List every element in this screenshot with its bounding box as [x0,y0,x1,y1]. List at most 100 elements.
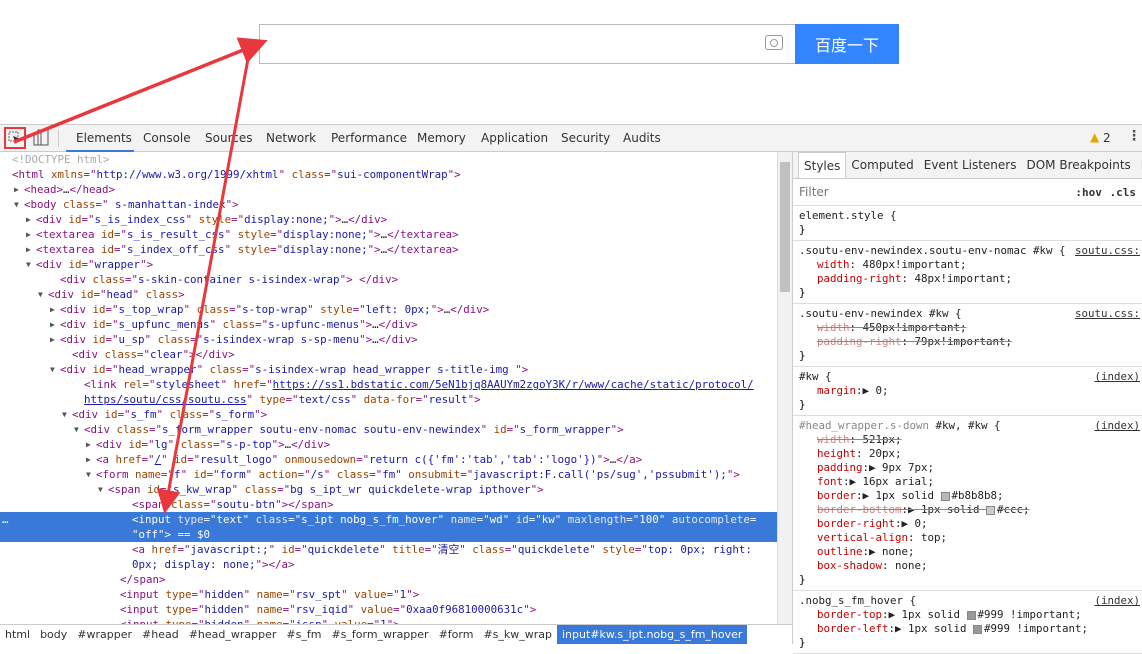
dom-node-line[interactable]: ▶ <textarea id="s_is_result_css" style="d… [0,227,777,242]
expand-arrow-icon[interactable]: ▶ [26,227,31,242]
camera-icon[interactable] [765,35,783,50]
breadcrumb-item[interactable]: #s_fm [281,625,326,644]
tab-security[interactable]: Security [561,131,610,145]
warning-count[interactable]: 2 [1103,131,1111,145]
dom-node-line[interactable]: … <input type="text" class="s_ipt nobg_s_… [0,512,777,527]
dom-node-line[interactable]: ▼ <div id="wrapper"> [0,257,777,272]
breadcrumb-item[interactable]: #wrapper [72,625,137,644]
cls-toggle[interactable]: .cls [1110,186,1137,199]
expand-arrow-icon[interactable]: ▶ [50,302,55,317]
breadcrumb-item[interactable]: #form [434,625,479,644]
tab-audits[interactable]: Audits [623,131,661,145]
collapse-arrow-icon[interactable]: ▼ [26,257,31,272]
sidebar-tab[interactable]: DOM Breakpoints [1021,152,1135,178]
color-swatch[interactable] [986,505,996,515]
expand-arrow-icon[interactable]: ▶ [86,437,91,452]
color-swatch[interactable] [973,624,983,634]
dom-node-line[interactable]: ▼ <span id="s_kw_wrap" class="bg s_ipt_wr… [0,482,777,497]
breadcrumb-item[interactable]: #head [137,625,184,644]
style-property[interactable]: border-bottom:▶ 1px solid #ccc; [799,503,1136,517]
collapse-arrow-icon[interactable]: ▼ [62,407,67,422]
dom-scrollbar[interactable] [777,152,792,624]
dom-node-line[interactable]: <!DOCTYPE html> [0,152,777,167]
dom-node-line[interactable]: <input type="hidden" name="issp" value="… [0,617,777,624]
dom-node-line[interactable]: "off"> == $0 [0,527,777,542]
dom-node-line[interactable]: <a href="javascript:;" id="quickdelete" … [0,542,777,557]
color-swatch[interactable] [966,610,976,620]
dom-node-line[interactable]: 0px; display: none;"></a> [0,557,777,572]
dom-node-line[interactable]: ▼ <body class=" s-manhattan-index"> [0,197,777,212]
dom-node-line[interactable]: ▼ <div id="head_wrapper" class="s-isindex… [0,362,777,377]
breadcrumb-item[interactable]: body [35,625,72,644]
collapse-arrow-icon[interactable]: ▼ [38,287,43,302]
collapse-arrow-icon[interactable]: ▼ [50,362,55,377]
style-property[interactable]: padding:▶ 9px 7px; [799,461,1136,475]
search-button[interactable]: 百度一下 [795,24,899,64]
color-swatch[interactable] [940,491,950,501]
tab-sources[interactable]: Sources [205,131,252,145]
style-property[interactable]: width: 480px!important; [799,258,1136,272]
more-actions-icon[interactable]: … [2,512,9,527]
styles-filter[interactable]: Filter :hov .cls [793,179,1142,206]
sidebar-tab[interactable]: Styles [798,152,847,178]
tab-memory[interactable]: Memory [417,131,466,145]
more-menu-icon[interactable]: ⋮ [1127,128,1141,144]
dom-node-line[interactable]: <html xmlns="http://www.w3.org/1999/xhtm… [0,167,777,182]
dom-node-line[interactable]: ▶ <div id="lg" class="s-p-top">…</div> [0,437,777,452]
scrollbar-thumb[interactable] [780,162,790,292]
rule-source-link[interactable]: soutu.css: [1075,244,1140,258]
dom-node-line[interactable]: <input type="hidden" name="rsv_spt" valu… [0,587,777,602]
inspect-element-button[interactable] [4,127,26,149]
style-property[interactable]: font:▶ 16px arial; [799,475,1136,489]
hov-toggle[interactable]: :hov [1075,186,1102,199]
tab-network[interactable]: Network [266,131,316,145]
style-property[interactable]: box-shadow: none; [799,559,1136,573]
expand-arrow-icon[interactable]: ▶ [86,452,91,467]
dom-node-line[interactable]: <div class="s-skin-container s-isindex-w… [0,272,777,287]
dom-node-line[interactable]: <div class="clear"></div> [0,347,777,362]
style-property[interactable]: border-right:▶ 0; [799,517,1136,531]
rule-source-link[interactable]: (index) [1094,419,1140,433]
collapse-arrow-icon[interactable]: ▼ [98,482,103,497]
dom-node-line[interactable]: ▶ <textarea id="s_index_off_css" style="d… [0,242,777,257]
rule-source-link[interactable]: (index) [1094,370,1140,384]
breadcrumb-item[interactable]: html [0,625,35,644]
expand-arrow-icon[interactable]: ▶ [26,212,31,227]
tab-application[interactable]: Application [481,131,548,145]
dom-node-line[interactable]: <input type="hidden" name="rsv_iqid" val… [0,602,777,617]
search-input[interactable] [259,24,796,64]
expand-arrow-icon[interactable]: ▶ [50,317,55,332]
dom-node-line[interactable]: ▼ <div id="head" class> [0,287,777,302]
style-property[interactable]: vertical-align: top; [799,531,1136,545]
dom-node-line[interactable]: <span class="soutu-btn"></span> [0,497,777,512]
dom-node-line[interactable]: ▶ <a href="/" id="result_logo" onmousedow… [0,452,777,467]
sidebar-tab[interactable]: Event Listeners [919,152,1022,178]
link-value[interactable]: https://ss1.bdstatic.com/5eN1bjq8AAUYm2z… [273,378,754,391]
breadcrumb-item[interactable]: #s_form_wrapper [326,625,433,644]
breadcrumb-item[interactable]: #s_kw_wrap [478,625,557,644]
style-property[interactable]: padding-right: 79px!important; [799,335,1136,349]
collapse-arrow-icon[interactable]: ▼ [14,197,19,212]
dom-node-line[interactable]: ▶ <div id="s_is_index_css" style="display… [0,212,777,227]
breadcrumb-item[interactable]: #head_wrapper [184,625,282,644]
style-property[interactable]: height: 20px; [799,447,1136,461]
rule-source-link[interactable]: soutu.css: [1075,307,1140,321]
sidebar-tab[interactable]: Properties [1136,152,1142,178]
tab-console[interactable]: Console [143,131,191,145]
dom-node-line[interactable]: ▼ <div class="s_form_wrapper soutu-env-no… [0,422,777,437]
style-property[interactable]: padding-right: 48px!important; [799,272,1136,286]
expand-arrow-icon[interactable]: ▶ [50,332,55,347]
dom-node-line[interactable]: ▶ <div id="s_upfunc_menus" class="s-upfun… [0,317,777,332]
dom-node-line[interactable]: <link rel="stylesheet" href="https://ss1… [0,377,777,392]
dom-node-line[interactable]: ▼ <div id="s_fm" class="s_form"> [0,407,777,422]
tab-performance[interactable]: Performance [331,131,407,145]
style-property[interactable]: width: 521px; [799,433,1136,447]
dom-node-line[interactable]: ▶ <div id="s_top_wrap" class="s-top-wrap"… [0,302,777,317]
breadcrumb-item[interactable]: input#kw.s_ipt.nobg_s_fm_hover [557,625,748,644]
dom-node-line[interactable]: ▶ <head>…</head> [0,182,777,197]
style-property[interactable]: width: 450px!important; [799,321,1136,335]
style-property[interactable]: margin:▶ 0; [799,384,1136,398]
tab-elements[interactable]: Elements [76,131,132,145]
expand-arrow-icon[interactable]: ▶ [14,182,19,197]
style-property[interactable]: outline:▶ none; [799,545,1136,559]
